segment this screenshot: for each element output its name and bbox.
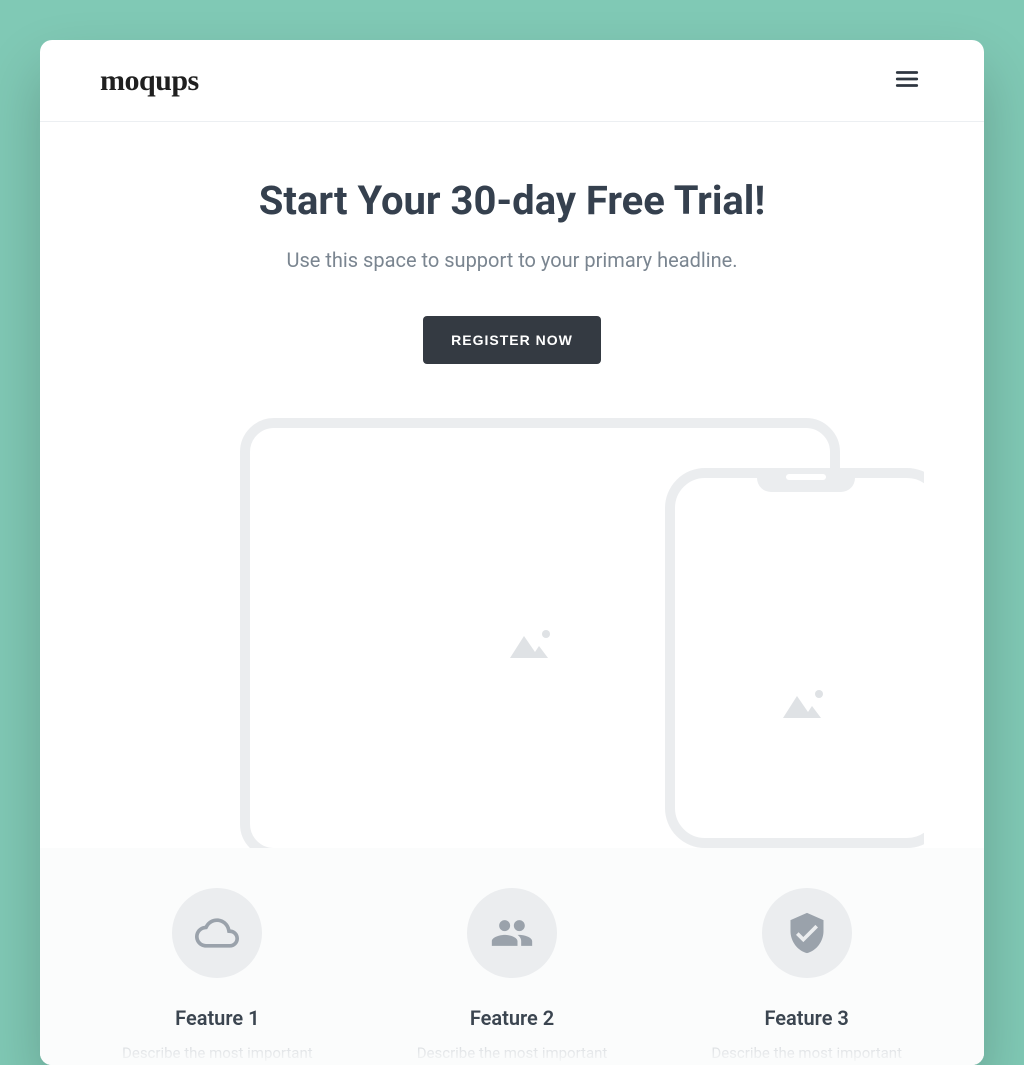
site-header: moqups [40, 40, 984, 122]
feature-title: Feature 3 [689, 1006, 924, 1030]
device-mockups [100, 418, 924, 848]
hamburger-menu-button[interactable] [890, 62, 924, 99]
feature-card: Feature 1 Describe the most important [100, 888, 335, 1065]
shield-check-icon [762, 888, 852, 978]
features-section: Feature 1 Describe the most important Fe… [40, 848, 984, 1065]
feature-description: Describe the most important [395, 1042, 630, 1065]
hamburger-icon [894, 66, 920, 92]
feature-title: Feature 1 [100, 1006, 335, 1030]
phone-notch [757, 468, 855, 492]
hero-headline: Start Your 30-day Free Trial! [100, 177, 924, 224]
landing-page: moqups Start Your 30-day Free Trial! Use… [40, 40, 984, 1065]
feature-card: Feature 2 Describe the most important [395, 888, 630, 1065]
phone-mockup [665, 468, 924, 848]
people-icon [467, 888, 557, 978]
image-placeholder-icon [510, 628, 560, 662]
brand-logo[interactable]: moqups [100, 64, 199, 98]
feature-description: Describe the most important [689, 1042, 924, 1065]
feature-description: Describe the most important [100, 1042, 335, 1065]
image-placeholder-icon [783, 688, 833, 722]
cloud-icon [172, 888, 262, 978]
hero-section: Start Your 30-day Free Trial! Use this s… [40, 122, 984, 848]
hero-subheading: Use this space to support to your primar… [100, 248, 924, 272]
feature-card: Feature 3 Describe the most important [689, 888, 924, 1065]
feature-title: Feature 2 [395, 1006, 630, 1030]
register-button[interactable]: REGISTER NOW [423, 316, 601, 364]
